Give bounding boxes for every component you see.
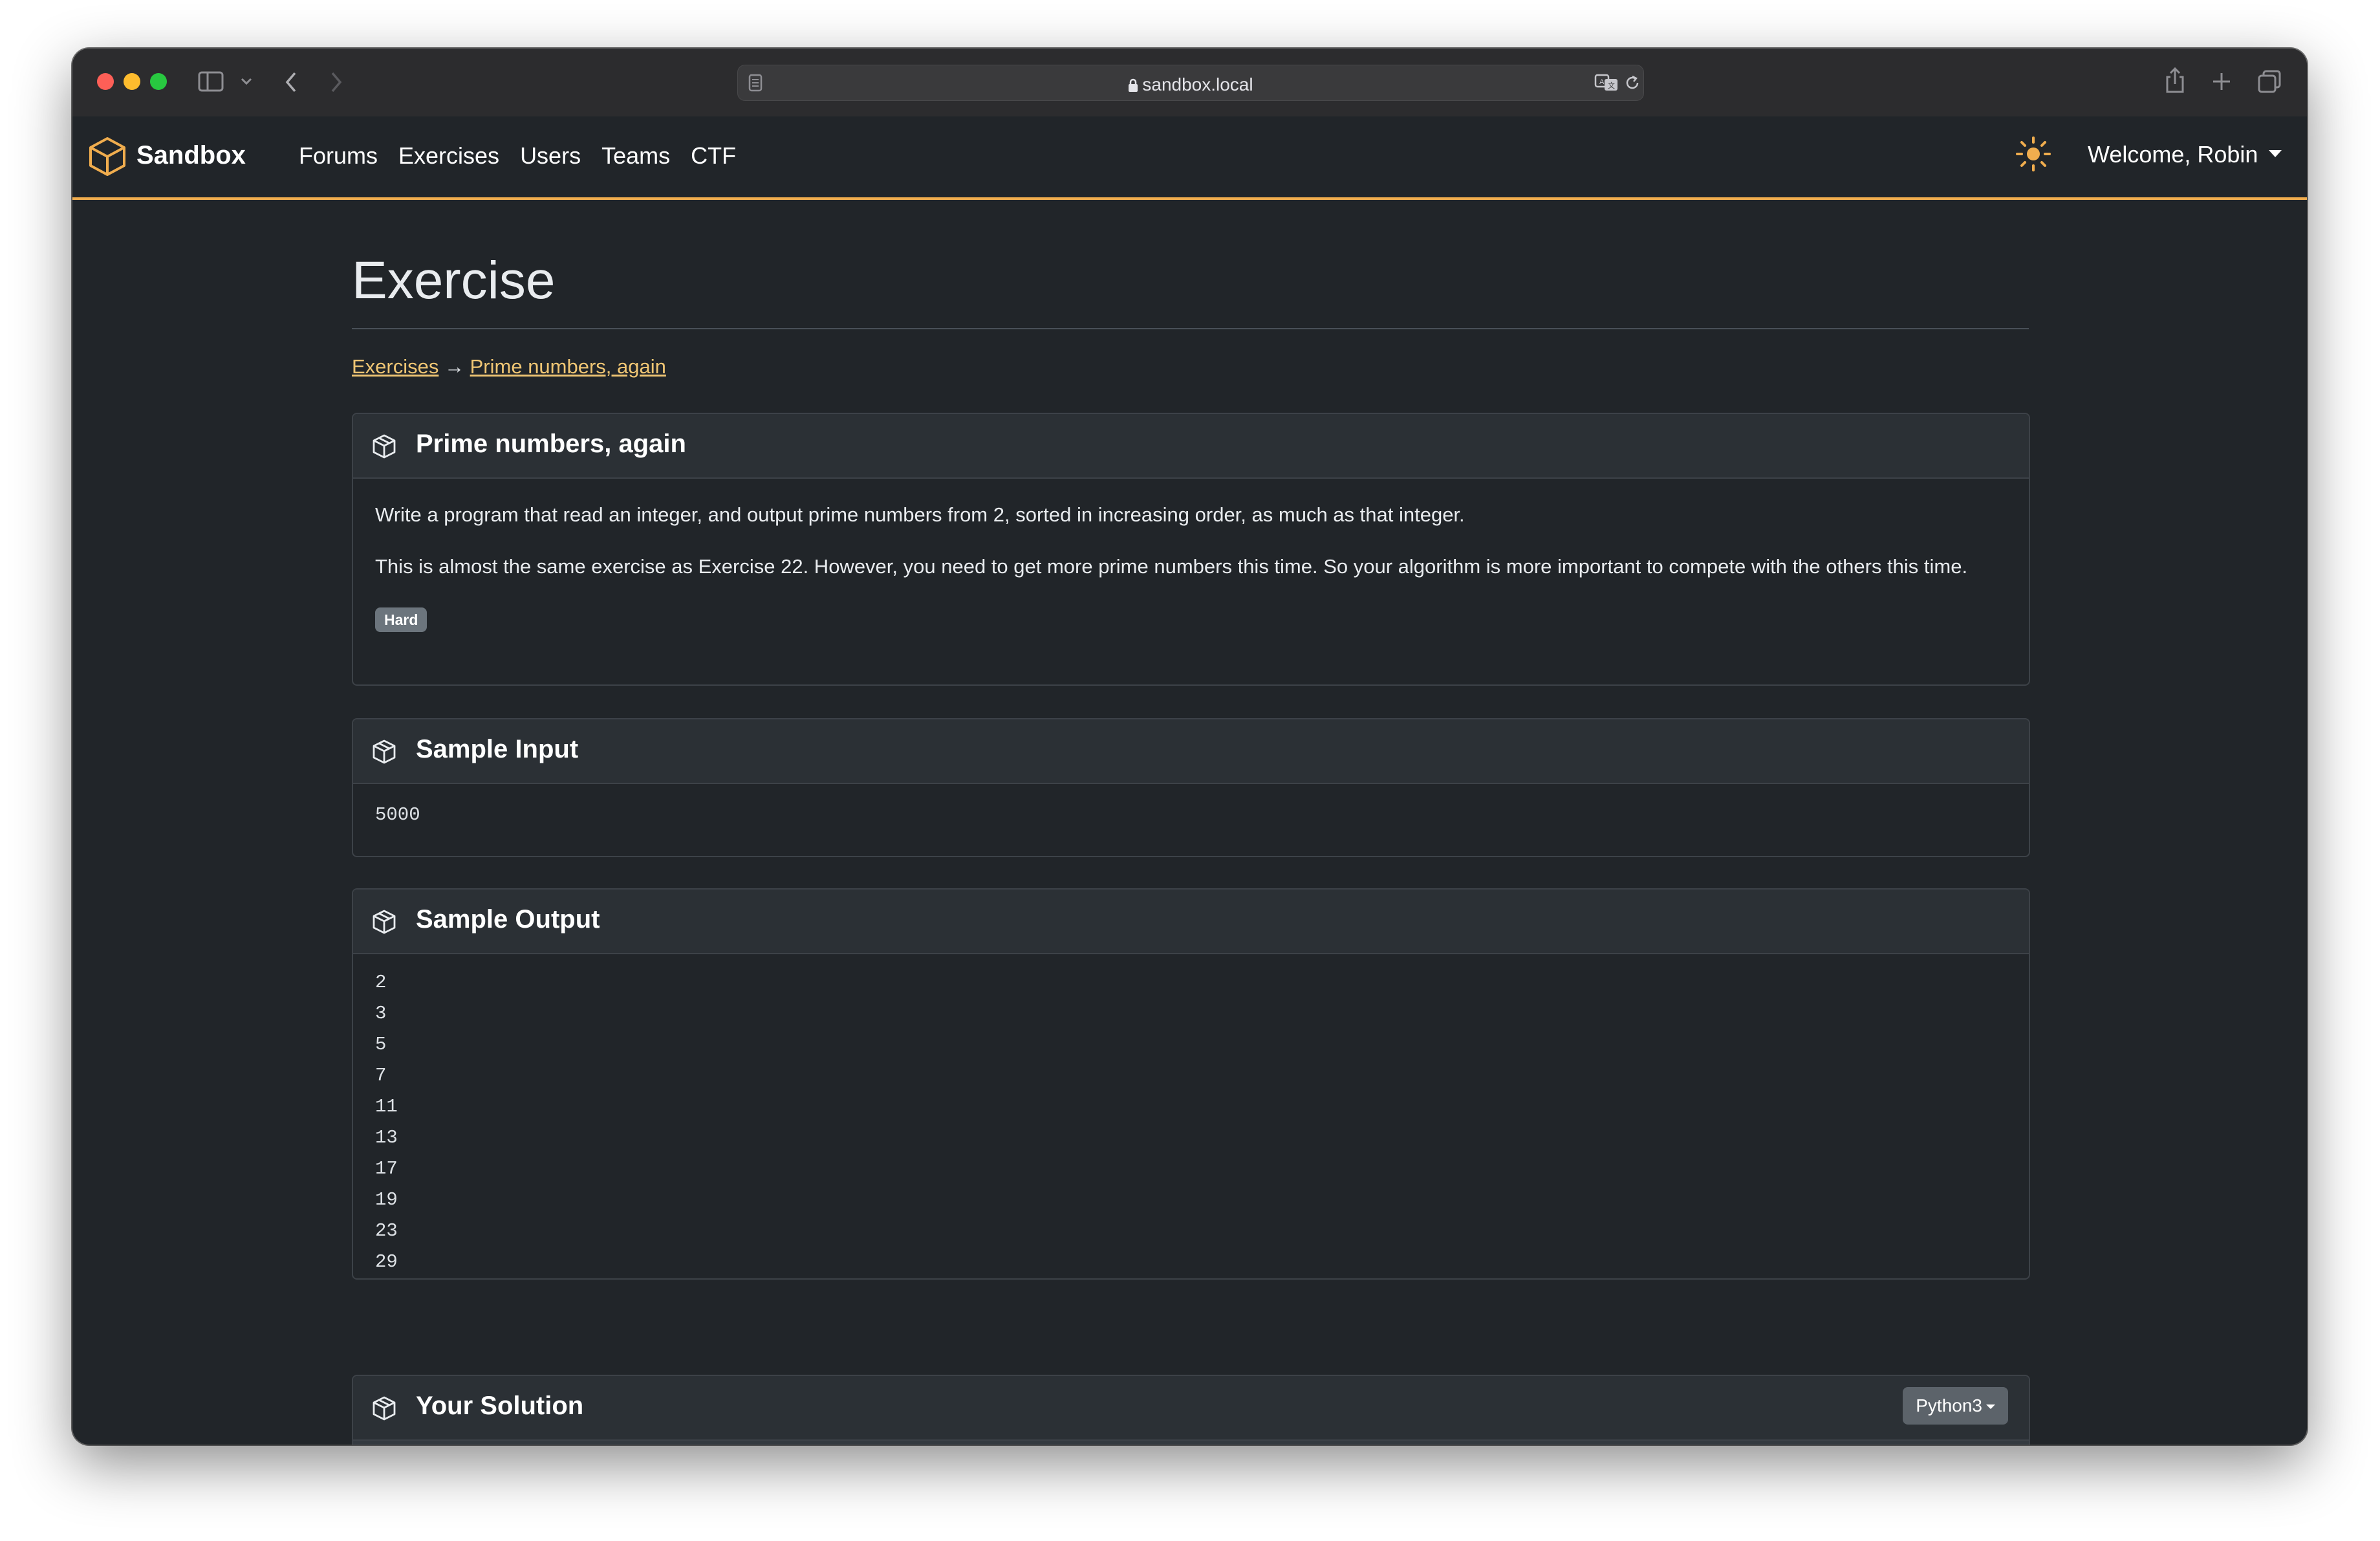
solution-title: Your Solution <box>416 1392 584 1420</box>
exercise-paragraph-1: Write a program that read an integer, an… <box>375 503 1465 526</box>
zoom-window-button[interactable] <box>150 73 167 90</box>
sun-icon[interactable] <box>2015 136 2051 172</box>
browser-toolbar: sandbox.local A 文 <box>72 49 2307 118</box>
sample-input-card: Sample Input 5000 <box>352 718 2030 857</box>
exercise-card: Prime numbers, again Write a program tha… <box>352 413 2030 686</box>
user-menu-toggle[interactable]: Welcome, Robin <box>2088 141 2258 168</box>
exercise-card-header: Prime numbers, again <box>353 414 2029 479</box>
cube-logo-icon[interactable] <box>87 136 128 177</box>
breadcrumb-exercises-link[interactable]: Exercises <box>352 355 438 378</box>
svg-text:A: A <box>1599 78 1605 86</box>
output-line: 23 <box>375 1220 398 1241</box>
nav-link-exercises[interactable]: Exercises <box>398 142 499 169</box>
svg-text:文: 文 <box>1608 81 1615 90</box>
output-line: 5 <box>375 1034 387 1055</box>
site-navbar: Sandbox Forums Exercises Users Teams CTF… <box>72 116 2307 200</box>
close-window-button[interactable] <box>97 73 114 90</box>
breadcrumb-current-link[interactable]: Prime numbers, again <box>470 355 666 378</box>
output-line: 17 <box>375 1158 398 1179</box>
breadcrumb: Exercises → Prime numbers, again <box>352 355 666 378</box>
translate-icon[interactable]: A 文 <box>1594 73 1620 93</box>
exercise-title: Prime numbers, again <box>416 430 686 458</box>
exercise-description: Write a program that read an integer, an… <box>353 479 2029 655</box>
output-line: 13 <box>375 1127 398 1148</box>
output-line: 7 <box>375 1065 387 1086</box>
language-dropdown[interactable]: Python3 <box>1903 1387 2008 1425</box>
sample-output-title: Sample Output <box>416 905 600 934</box>
output-line: 2 <box>375 972 387 993</box>
minimize-window-button[interactable] <box>124 73 140 90</box>
output-line: 19 <box>375 1189 398 1210</box>
lock-icon <box>1129 78 1138 92</box>
title-divider <box>352 328 2029 329</box>
code-editor[interactable] <box>353 1441 2029 1445</box>
browser-window: sandbox.local A 文 Sandbox Forums Exercis… <box>72 49 2307 1445</box>
nav-link-users[interactable]: Users <box>520 142 581 169</box>
output-line: 29 <box>375 1251 398 1273</box>
share-icon[interactable] <box>2164 67 2186 94</box>
output-line: 3 <box>375 1003 387 1024</box>
sample-input-title: Sample Input <box>416 735 579 763</box>
caret-down-icon <box>1986 1404 1995 1410</box>
solution-card: Your Solution Python3 <box>352 1375 2030 1445</box>
sample-output-card: Sample Output 2 3 5 7 11 13 17 19 23 29 … <box>352 888 2030 1280</box>
back-arrow-icon[interactable] <box>283 71 299 94</box>
tab-overview-icon[interactable] <box>2257 69 2282 94</box>
box-icon <box>373 1396 396 1421</box>
url-text: sandbox.local <box>1142 74 1253 94</box>
sample-output-lines: 2 3 5 7 11 13 17 19 23 29 31 37 <box>353 954 2029 1280</box>
nav-link-ctf[interactable]: CTF <box>691 142 736 169</box>
solution-header: Your Solution Python3 <box>353 1376 2029 1441</box>
reload-icon[interactable] <box>1624 74 1641 92</box>
output-line: 31 <box>375 1278 2007 1280</box>
sample-input-header: Sample Input <box>353 719 2029 784</box>
url-display: sandbox.local <box>738 74 1643 95</box>
sidebar-toggle-icon[interactable] <box>198 71 224 93</box>
exercise-paragraph-2: This is almost the same exercise as Exer… <box>375 555 1968 578</box>
nav-links: Forums Exercises Users Teams CTF <box>299 142 736 169</box>
box-icon <box>373 910 396 934</box>
page-title: Exercise <box>352 251 556 310</box>
box-icon <box>373 739 396 764</box>
output-line: 11 <box>375 1096 398 1117</box>
brand-name[interactable]: Sandbox <box>136 141 246 170</box>
box-icon <box>373 434 396 459</box>
address-bar[interactable]: sandbox.local A 文 <box>737 65 1644 101</box>
breadcrumb-separator: → <box>444 355 464 378</box>
new-tab-icon[interactable] <box>2211 71 2233 93</box>
sample-input-value: 5000 <box>375 804 420 825</box>
nav-link-forums[interactable]: Forums <box>299 142 378 169</box>
caret-down-icon[interactable] <box>2269 150 2282 157</box>
nav-link-teams[interactable]: Teams <box>601 142 670 169</box>
language-label: Python3 <box>1916 1395 1982 1415</box>
difficulty-badge: Hard <box>375 607 427 632</box>
chevron-down-icon[interactable] <box>241 77 252 86</box>
sample-output-header: Sample Output <box>353 890 2029 954</box>
forward-arrow-icon[interactable] <box>329 71 344 94</box>
